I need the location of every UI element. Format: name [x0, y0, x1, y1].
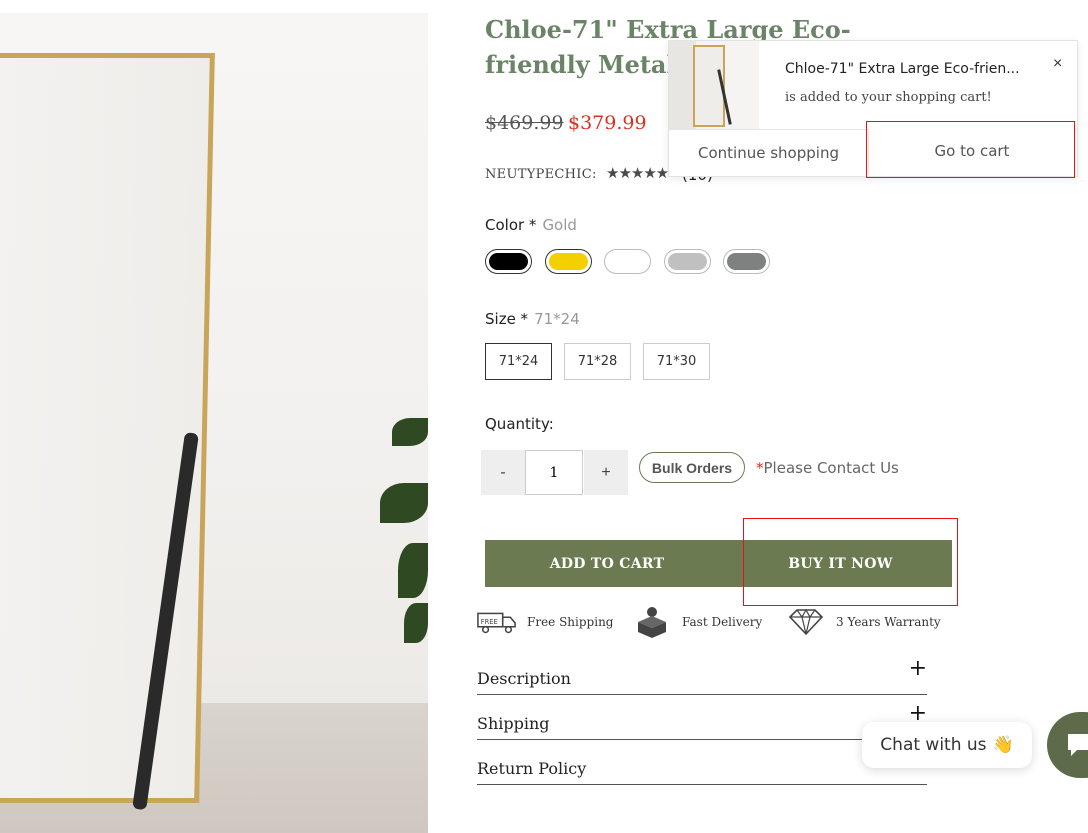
size-label: Size * 71*24 — [485, 310, 580, 328]
buy-now-button[interactable]: BUY IT NOW — [729, 540, 952, 587]
product-image[interactable] — [0, 13, 428, 833]
chat-label: Chat with us — [880, 735, 987, 755]
chat-with-us-button[interactable]: Chat with us 👋 — [862, 722, 1032, 768]
quantity-label: Quantity: — [485, 415, 554, 433]
size-option-71x30[interactable]: 71*30 — [643, 343, 710, 380]
bulk-contact-text[interactable]: *Please Contact Us — [756, 459, 899, 477]
price-sale: $379.99 — [568, 112, 647, 134]
perk-label: 3 Years Warranty — [836, 615, 941, 629]
wave-icon: 👋 — [992, 735, 1014, 755]
popup-product-thumbnail — [669, 41, 759, 129]
chat-bubble-icon — [1068, 734, 1088, 756]
color-label: Color * Gold — [485, 216, 577, 234]
accordion-label: Description — [477, 669, 571, 688]
perk-fast-delivery: Fast Delivery — [632, 607, 763, 638]
plant-leaf — [404, 603, 428, 643]
color-swatch-white[interactable] — [604, 249, 651, 274]
rating-stars-icon[interactable]: ★★★★★ — [606, 164, 669, 182]
continue-shopping-button[interactable]: Continue shopping — [669, 131, 869, 174]
accordion-label: Return Policy — [477, 759, 587, 778]
box-icon — [632, 607, 672, 638]
close-icon[interactable]: × — [1047, 54, 1068, 74]
color-swatch-black[interactable] — [485, 249, 532, 274]
diamond-icon — [786, 608, 826, 636]
perk-warranty: 3 Years Warranty — [786, 608, 941, 636]
bulk-orders-button[interactable]: Bulk Orders — [639, 452, 745, 483]
color-swatch-silver[interactable] — [664, 249, 711, 274]
accordion-shipping[interactable]: Shipping + — [477, 696, 927, 740]
popup-product-name: Chloe-71" Extra Large Eco-frien... — [785, 61, 1020, 77]
quantity-decrease-button[interactable]: - — [481, 450, 525, 495]
add-to-cart-button[interactable]: ADD TO CART — [485, 540, 729, 587]
svg-text:FREE: FREE — [481, 618, 498, 626]
chat-launcher-button[interactable] — [1047, 712, 1088, 778]
accordion-description[interactable]: Description + — [477, 651, 927, 695]
quantity-increase-button[interactable]: + — [584, 450, 628, 495]
perk-label: Free Shipping — [527, 615, 614, 629]
plant-leaf — [398, 543, 428, 598]
popup-message: is added to your shopping cart! — [785, 90, 992, 105]
size-label-text: Size * — [485, 310, 529, 328]
size-option-71x24[interactable]: 71*24 — [485, 343, 552, 380]
color-selected-value: Gold — [542, 216, 577, 234]
mirror-frame — [0, 53, 215, 803]
accordion-label: Shipping — [477, 714, 550, 733]
required-asterisk: * — [756, 459, 764, 477]
color-swatch-gold[interactable] — [545, 249, 592, 274]
plant-leaf — [392, 418, 428, 446]
contact-us-link[interactable]: Please Contact Us — [764, 459, 899, 477]
plus-icon[interactable]: + — [909, 656, 927, 681]
size-option-71x28[interactable]: 71*28 — [564, 343, 631, 380]
truck-icon: FREE — [477, 608, 517, 636]
go-to-cart-button[interactable]: Go to cart — [869, 126, 1075, 176]
size-selected-value: 71*24 — [534, 310, 580, 328]
perk-label: Fast Delivery — [682, 615, 763, 629]
color-swatch-gray[interactable] — [723, 249, 770, 274]
price-original: $469.99 — [485, 112, 564, 134]
cart-added-popup: Chloe-71" Extra Large Eco-frien... is ad… — [668, 40, 1078, 177]
accordion-return-policy[interactable]: Return Policy + — [477, 741, 927, 785]
quantity-input[interactable] — [525, 450, 583, 495]
vendor-name[interactable]: NEUTYPECHIC: — [485, 167, 597, 182]
perk-free-shipping: FREE Free Shipping — [477, 608, 613, 636]
color-label-text: Color * — [485, 216, 537, 234]
plant-leaf — [380, 483, 428, 523]
